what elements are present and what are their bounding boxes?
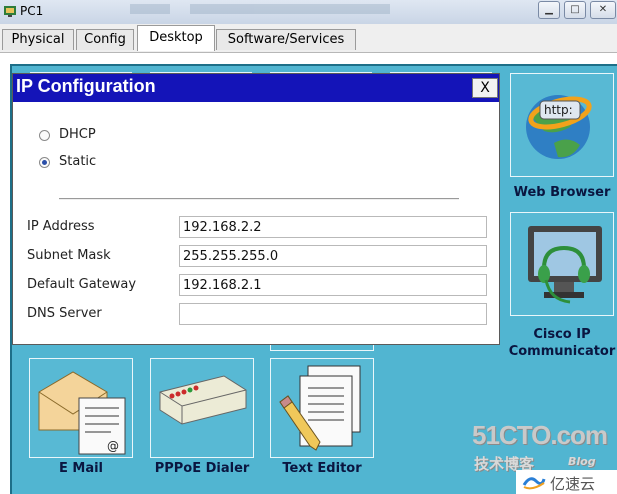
packet-tracer-icon bbox=[4, 6, 16, 17]
svg-text:@: @ bbox=[107, 439, 119, 453]
watermark: 51CTO.com 技术博客 Blog 亿速云 bbox=[468, 418, 617, 494]
tab-physical[interactable]: Physical bbox=[2, 29, 74, 50]
watermark-site: 51CTO.com bbox=[472, 420, 608, 450]
dialog-header: IP Configuration X bbox=[13, 74, 499, 102]
static-label: Static bbox=[59, 154, 97, 169]
default-gateway-input[interactable]: 192.168.2.1 bbox=[179, 274, 487, 296]
app-text-editor[interactable]: Text Editor bbox=[270, 358, 374, 480]
subnet-mask-input[interactable]: 255.255.255.0 bbox=[179, 245, 487, 267]
default-gateway-label: Default Gateway bbox=[27, 277, 137, 292]
window-title: PC1 bbox=[20, 4, 44, 18]
dns-server-input[interactable] bbox=[179, 303, 487, 325]
radio-selected-dot bbox=[42, 160, 47, 165]
dialog-close-button[interactable]: X bbox=[472, 78, 498, 98]
separator bbox=[59, 198, 459, 200]
tab-bar: Physical Config Desktop Software/Service… bbox=[0, 24, 617, 53]
brand-logo: 亿速云 bbox=[516, 470, 617, 494]
dns-server-label: DNS Server bbox=[27, 306, 102, 321]
brand-logo-icon bbox=[522, 477, 546, 490]
text-editor-icon bbox=[279, 365, 361, 451]
dhcp-label: DHCP bbox=[59, 127, 96, 142]
app-cisco-ip-communicator[interactable]: Cisco IP Communicator bbox=[509, 212, 615, 362]
ip-address-label: IP Address bbox=[27, 219, 95, 234]
app-pppoe-dialer[interactable]: PPPoE Dialer bbox=[150, 358, 254, 480]
app-email[interactable]: @ E Mail bbox=[29, 358, 133, 480]
window-title-bar: PC1 ▁ □ ✕ bbox=[0, 0, 617, 24]
close-window-button[interactable]: ✕ bbox=[590, 1, 616, 19]
email-icon: @ bbox=[38, 371, 126, 455]
ip-address-input[interactable]: 192.168.2.2 bbox=[179, 216, 487, 238]
brand-text: 亿速云 bbox=[550, 475, 596, 493]
watermark-blog: Blog bbox=[568, 455, 596, 468]
app-web-browser[interactable]: http: Web Browser bbox=[510, 73, 614, 203]
tab-config[interactable]: Config bbox=[76, 29, 134, 50]
maximize-button[interactable]: □ bbox=[564, 1, 586, 19]
ip-configuration-dialog: IP Configuration X DHCP Static IP Addres… bbox=[12, 73, 500, 345]
dhcp-radio[interactable] bbox=[39, 130, 50, 141]
minimize-button[interactable]: ▁ bbox=[538, 1, 560, 19]
app-label: E Mail bbox=[58, 461, 104, 476]
ip-communicator-icon bbox=[528, 226, 602, 304]
dialog-title: IP Configuration bbox=[16, 76, 156, 96]
tab-software-services[interactable]: Software/Services bbox=[216, 29, 356, 50]
static-radio[interactable] bbox=[39, 157, 50, 168]
tab-desktop[interactable]: Desktop bbox=[137, 25, 215, 51]
svg-text:http:: http: bbox=[544, 103, 573, 117]
web-browser-icon: http: bbox=[526, 95, 592, 159]
background-window-ghost bbox=[120, 0, 420, 24]
subnet-mask-label: Subnet Mask bbox=[27, 248, 111, 263]
app-label: Cisco IP Communicator bbox=[508, 327, 616, 359]
pppoe-dialer-icon bbox=[159, 375, 247, 425]
app-label: Web Browser bbox=[513, 185, 611, 200]
app-label: Text Editor bbox=[282, 461, 362, 476]
app-label: PPPoE Dialer bbox=[154, 461, 250, 476]
